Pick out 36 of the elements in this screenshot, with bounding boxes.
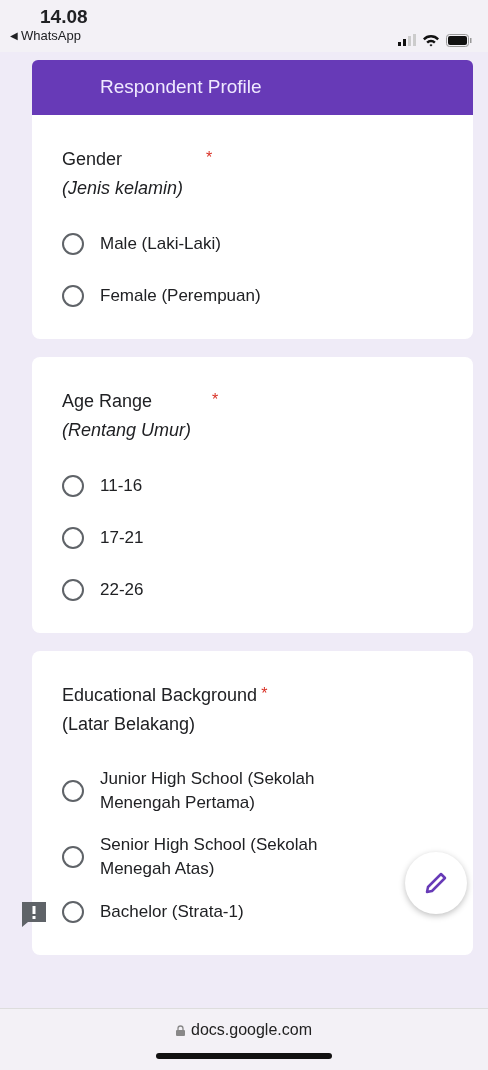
- required-asterisk: *: [212, 391, 219, 409]
- back-app-link[interactable]: WhatsApp: [21, 28, 81, 43]
- radio-button[interactable]: [62, 527, 84, 549]
- option-label[interactable]: Bachelor (Strata-1): [100, 900, 244, 924]
- option-label[interactable]: Female (Perempuan): [100, 284, 261, 308]
- lock-icon: [176, 1024, 185, 1036]
- radio-button[interactable]: [62, 579, 84, 601]
- question-title: Age Range: [62, 391, 153, 412]
- question-subtitle: (Latar Belakang): [62, 714, 197, 735]
- pencil-icon: [425, 872, 447, 894]
- wifi-icon: [422, 33, 440, 47]
- option-label[interactable]: 11-16: [100, 474, 143, 498]
- feedback-icon[interactable]: [20, 900, 48, 927]
- option-label[interactable]: Senior High School (Sekolah Menegah Atas): [100, 833, 383, 881]
- section-header: Respondent Profile: [32, 60, 473, 115]
- question-subtitle: (Jenis kelamin): [62, 178, 185, 199]
- radio-button[interactable]: [62, 285, 84, 307]
- option-label[interactable]: 17-21: [100, 526, 144, 550]
- question-subtitle: (Rentang Umur): [62, 420, 193, 441]
- required-asterisk: *: [261, 685, 268, 703]
- battery-icon: [446, 33, 472, 47]
- option-label[interactable]: 22-26: [100, 578, 144, 602]
- question-title: Gender: [62, 149, 123, 170]
- required-asterisk: *: [206, 149, 213, 167]
- back-arrow[interactable]: ◀: [10, 30, 18, 41]
- radio-button[interactable]: [62, 846, 84, 868]
- question-title: Educational Background: [62, 685, 258, 706]
- radio-button[interactable]: [62, 780, 84, 802]
- radio-button[interactable]: [62, 901, 84, 923]
- option-label[interactable]: Junior High School (Sekolah Menengah Pertama): [100, 767, 383, 815]
- clock-time: 14.08: [39, 6, 88, 28]
- signal-icon: [398, 34, 416, 46]
- option-label[interactable]: Male (Laki-Laki): [100, 232, 221, 256]
- radio-button[interactable]: [62, 233, 84, 255]
- radio-button[interactable]: [62, 475, 84, 497]
- url-text[interactable]: docs.google.com: [191, 1021, 312, 1039]
